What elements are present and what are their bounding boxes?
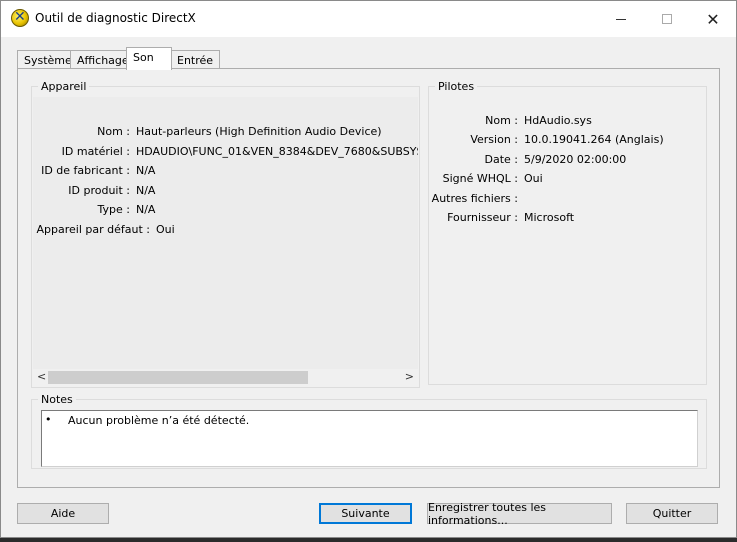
directx-diagnostic-window: Outil de diagnostic DirectX ✕ Système Af… <box>0 0 737 538</box>
driver-date-label: Date : <box>484 153 519 166</box>
window-title: Outil de diagnostic DirectX <box>35 11 196 25</box>
driver-version-value: 10.0.19041.264 (Anglais) <box>524 133 664 146</box>
tab-son[interactable]: Son <box>126 47 172 70</box>
device-row-manufacturer-id: ID de fabricant : N/A <box>33 164 418 178</box>
desktop-background-strip <box>0 538 737 542</box>
product-id-value: N/A <box>136 184 156 197</box>
close-button[interactable]: ✕ <box>690 1 736 37</box>
notes-text: Aucun problème n’a été détecté. <box>68 414 250 427</box>
directx-app-icon <box>11 9 29 27</box>
driver-row-whql: Signé WHQL : Oui <box>429 172 706 186</box>
save-all-information-button[interactable]: Enregistrer toutes les informations... <box>427 501 612 527</box>
drivers-group-label: Pilotes <box>435 80 478 93</box>
minimize-button[interactable] <box>598 1 644 37</box>
driver-version-label: Version : <box>470 133 518 146</box>
device-row-type: Type : N/A <box>33 203 418 217</box>
driver-date-value: 5/9/2020 02:00:00 <box>524 153 627 166</box>
device-row-hardware-id: ID matériel : HDAUDIO\FUNC_01&VEN_8384&D… <box>33 145 418 159</box>
next-page-button[interactable]: Suivante <box>319 503 412 524</box>
driver-name-label: Nom : <box>485 114 518 127</box>
device-group-label: Appareil <box>38 80 90 93</box>
driver-row-provider: Fournisseur : Microsoft <box>429 211 706 225</box>
device-row-default: Appareil par défaut : Oui <box>33 223 418 237</box>
driver-row-version: Version : 10.0.19041.264 (Anglais) <box>429 133 706 147</box>
notes-group-label: Notes <box>38 393 76 406</box>
device-group: Appareil Nom : Haut-parleurs (High Defin… <box>31 80 420 388</box>
tab-entree[interactable]: Entrée <box>170 50 221 69</box>
notes-textbox[interactable]: • Aucun problème n’a été détecté. <box>41 410 698 467</box>
device-details-area: Nom : Haut-parleurs (High Definition Aud… <box>33 97 418 369</box>
default-device-label: Appareil par défaut : <box>36 223 150 236</box>
notes-group: Notes • Aucun problème n’a été détecté. <box>31 393 707 469</box>
driver-row-other-files: Autres fichiers : <box>429 192 706 206</box>
quit-button[interactable]: Quitter <box>626 503 718 524</box>
other-files-label: Autres fichiers : <box>431 192 518 205</box>
scroll-right-icon[interactable]: > <box>405 370 414 383</box>
driver-name-value: HdAudio.sys <box>524 114 592 127</box>
maximize-icon <box>662 14 672 24</box>
title-bar[interactable]: Outil de diagnostic DirectX ✕ <box>1 1 736 37</box>
device-name-label: Nom : <box>97 125 130 138</box>
maximize-button[interactable] <box>644 1 690 37</box>
scroll-left-icon[interactable]: < <box>37 370 46 383</box>
type-value: N/A <box>136 203 156 216</box>
drivers-group: Pilotes Nom : HdAudio.sys Version : 10.0… <box>428 80 707 385</box>
hardware-id-value: HDAUDIO\FUNC_01&VEN_8384&DEV_7680&SUBSYS… <box>136 145 418 158</box>
default-device-value: Oui <box>156 223 175 236</box>
minimize-icon <box>616 18 626 20</box>
close-icon: ✕ <box>706 9 720 29</box>
device-row-product-id: ID produit : N/A <box>33 184 418 198</box>
provider-label: Fournisseur : <box>447 211 518 224</box>
scrollbar-thumb[interactable] <box>48 371 308 384</box>
manufacturer-id-label: ID de fabricant : <box>41 164 130 177</box>
whql-value: Oui <box>524 172 543 185</box>
type-label: Type : <box>97 203 130 216</box>
help-button[interactable]: Aide <box>17 503 109 524</box>
whql-label: Signé WHQL : <box>442 172 518 185</box>
hardware-id-label: ID matériel : <box>61 145 130 158</box>
device-name-value: Haut-parleurs (High Definition Audio Dev… <box>136 125 382 138</box>
device-horizontal-scrollbar[interactable]: < > <box>33 369 418 386</box>
notes-bullet: • <box>45 413 52 426</box>
tab-panel-son: Appareil Nom : Haut-parleurs (High Defin… <box>17 68 720 488</box>
product-id-label: ID produit : <box>68 184 130 197</box>
driver-row-name: Nom : HdAudio.sys <box>429 114 706 128</box>
manufacturer-id-value: N/A <box>136 164 156 177</box>
device-row-name: Nom : Haut-parleurs (High Definition Aud… <box>33 125 418 139</box>
driver-row-date: Date : 5/9/2020 02:00:00 <box>429 153 706 167</box>
provider-value: Microsoft <box>524 211 575 224</box>
